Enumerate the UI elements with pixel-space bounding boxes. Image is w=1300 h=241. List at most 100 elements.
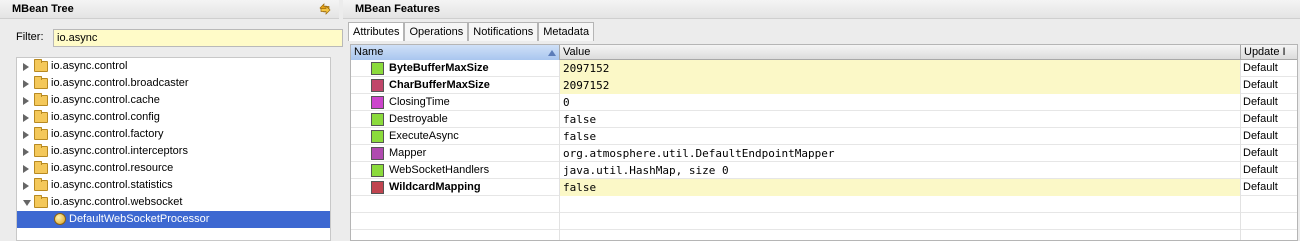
expand-arrow-icon[interactable] <box>23 148 29 156</box>
expand-arrow-icon[interactable] <box>23 165 29 173</box>
attribute-value[interactable]: 2097152 <box>560 60 1241 77</box>
empty-cell <box>351 230 560 240</box>
tree-item-label: io.async.control.factory <box>51 128 164 140</box>
folder-icon <box>34 178 48 191</box>
filter-label: Filter: <box>16 31 44 43</box>
expand-arrow-icon[interactable] <box>23 131 29 139</box>
table-row[interactable]: CharBufferMaxSize 2097152 Default <box>351 77 1297 94</box>
attribute-value[interactable]: 2097152 <box>560 77 1241 94</box>
expand-arrow-icon[interactable] <box>23 182 29 190</box>
refresh-icon[interactable] <box>317 2 333 16</box>
folder-icon <box>34 144 48 157</box>
empty-table-row <box>351 230 1297 240</box>
tree-item-label: io.async.control.broadcaster <box>51 77 189 89</box>
tree-item[interactable]: io.async.control.resource <box>17 160 330 177</box>
attribute-name-cell: Destroyable <box>351 111 560 128</box>
empty-table-row <box>351 213 1297 230</box>
attribute-type-icon <box>371 79 384 92</box>
attribute-value[interactable]: false <box>560 179 1241 196</box>
tree-item[interactable]: io.async.control.statistics <box>17 177 330 194</box>
attribute-update-interval: Default <box>1243 164 1278 176</box>
attribute-name: ClosingTime <box>389 96 450 108</box>
folder-icon <box>34 76 48 89</box>
table-row[interactable]: WildcardMapping false Default <box>351 179 1297 196</box>
table-row[interactable]: Mapper org.atmosphere.util.DefaultEndpoin… <box>351 145 1297 162</box>
expand-arrow-icon[interactable] <box>23 114 29 122</box>
tree-item[interactable]: io.async.control.interceptors <box>17 143 330 160</box>
tab-notifications[interactable]: Notifications <box>468 22 539 41</box>
attribute-value[interactable]: java.util.HashMap, size 0 <box>560 162 1241 179</box>
tree-item[interactable]: io.async.control <box>17 58 330 75</box>
feature-tabs: Attributes Operations Notifications Metadat… <box>348 22 595 41</box>
expand-arrow-icon[interactable] <box>23 97 29 105</box>
panel-title-text: MBean Features <box>355 3 440 15</box>
table-body: ByteBufferMaxSize 2097152 Default CharBuffe… <box>351 60 1297 240</box>
attribute-update-interval: Default <box>1243 79 1278 91</box>
attribute-name: WildcardMapping <box>389 181 481 193</box>
table-row[interactable]: ExecuteAsync false Default <box>351 128 1297 145</box>
attribute-type-icon <box>371 113 384 126</box>
attribute-name-cell: WebSocketHandlers <box>351 162 560 179</box>
empty-cell <box>1241 196 1297 213</box>
column-header-name[interactable]: Name <box>351 45 560 60</box>
table-row[interactable]: ClosingTime 0 Default <box>351 94 1297 111</box>
attribute-update-interval: Default <box>1243 130 1278 142</box>
tab-attributes[interactable]: Attributes <box>348 22 405 41</box>
panel-title-text: MBean Tree <box>12 3 74 15</box>
mbean-icon <box>54 213 66 225</box>
mbean-features-title: MBean Features <box>343 0 1300 19</box>
folder-icon <box>34 93 48 106</box>
tree-item[interactable]: io.async.control.cache <box>17 92 330 109</box>
tree-item[interactable]: io.async.control.config <box>17 109 330 126</box>
filter-input[interactable] <box>53 29 343 47</box>
tree-item-label: io.async.control.interceptors <box>51 145 188 157</box>
collapse-arrow-icon[interactable] <box>23 200 31 206</box>
attribute-update-interval: Default <box>1243 62 1278 74</box>
attribute-value[interactable]: false <box>560 111 1241 128</box>
attribute-name: Destroyable <box>389 113 448 125</box>
attribute-type-icon <box>371 181 384 194</box>
tree-item-label: io.async.control.cache <box>51 94 160 106</box>
attribute-name-cell: ByteBufferMaxSize <box>351 60 560 77</box>
attributes-table: Name Value Update I ByteBufferMaxSize 209… <box>350 44 1298 241</box>
tree-item[interactable]: DefaultWebSocketProcessor <box>17 211 330 228</box>
tree-item-label: io.async.control <box>51 60 128 72</box>
attribute-name: ExecuteAsync <box>389 130 459 142</box>
folder-icon <box>34 127 48 140</box>
tab-operations[interactable]: Operations <box>404 22 469 41</box>
column-header-value-label: Value <box>563 46 591 58</box>
tree-item-label: io.async.control.statistics <box>51 179 173 191</box>
attribute-type-icon <box>371 96 384 109</box>
table-header: Name Value Update I <box>351 45 1297 60</box>
folder-icon <box>34 195 48 208</box>
empty-cell <box>560 213 1241 230</box>
attribute-name: Mapper <box>389 147 427 159</box>
tree-item-label: io.async.control.config <box>51 111 160 123</box>
empty-table-row <box>351 196 1297 213</box>
expand-arrow-icon[interactable] <box>23 80 29 88</box>
table-row[interactable]: ByteBufferMaxSize 2097152 Default <box>351 60 1297 77</box>
empty-cell <box>1241 213 1297 230</box>
table-row[interactable]: WebSocketHandlers java.util.HashMap, size… <box>351 162 1297 179</box>
table-row[interactable]: Destroyable false Default <box>351 111 1297 128</box>
folder-icon <box>34 59 48 72</box>
tree-item[interactable]: io.async.control.factory <box>17 126 330 143</box>
empty-cell <box>560 196 1241 213</box>
attribute-update-interval: Default <box>1243 113 1278 125</box>
tab-metadata[interactable]: Metadata <box>538 22 595 41</box>
attribute-name: CharBufferMaxSize <box>389 79 490 91</box>
expand-arrow-icon[interactable] <box>23 63 29 71</box>
empty-cell <box>351 196 560 213</box>
empty-cell <box>1241 230 1297 240</box>
column-header-update[interactable]: Update I <box>1241 45 1297 60</box>
mbean-tree: io.async.control io.async.control.broadca… <box>16 57 331 241</box>
column-header-value[interactable]: Value <box>560 45 1241 60</box>
tree-item[interactable]: io.async.control.websocket <box>17 194 330 211</box>
attribute-value[interactable]: org.atmosphere.util.DefaultEndpointMappe… <box>560 145 1241 162</box>
attribute-value[interactable]: 0 <box>560 94 1241 111</box>
tree-item-label: io.async.control.websocket <box>51 196 183 208</box>
attribute-name: ByteBufferMaxSize <box>389 62 489 74</box>
tree-item-label: DefaultWebSocketProcessor <box>69 213 210 225</box>
tree-item[interactable]: io.async.control.broadcaster <box>17 75 330 92</box>
attribute-value[interactable]: false <box>560 128 1241 145</box>
